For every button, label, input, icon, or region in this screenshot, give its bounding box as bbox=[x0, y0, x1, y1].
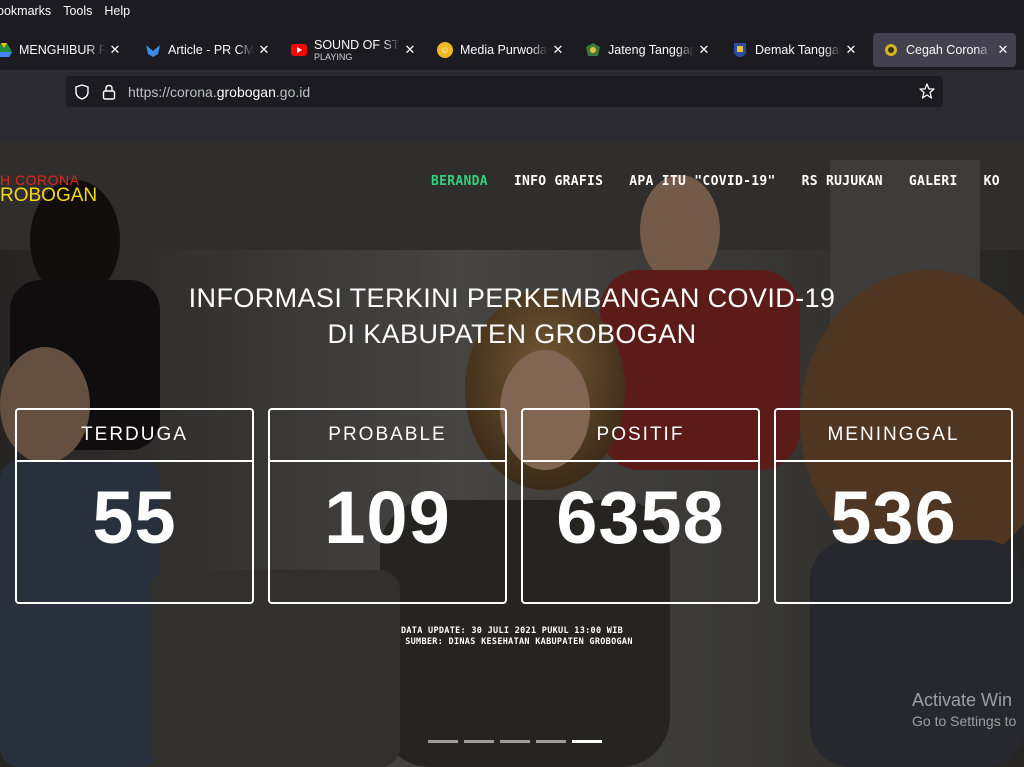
activate-windows-watermark: Activate Win Go to Settings to bbox=[912, 690, 1016, 729]
bookmark-star-icon[interactable] bbox=[919, 83, 935, 99]
carousel-dot[interactable] bbox=[464, 740, 494, 743]
tab-cegah-corona[interactable]: Cegah Corona K ✕ bbox=[873, 33, 1016, 67]
stat-value: 109 bbox=[324, 476, 451, 559]
tab-demak-tanggap[interactable]: Demak Tanggap ✕ bbox=[732, 33, 858, 67]
close-icon[interactable]: ✕ bbox=[996, 42, 1010, 58]
stat-card-probable: PROBABLE 109 bbox=[268, 408, 507, 604]
globe-icon bbox=[883, 42, 899, 58]
stat-card-positif: POSITIF 6358 bbox=[521, 408, 760, 604]
toolbar-strip bbox=[0, 112, 1024, 140]
stat-card-terduga: TERDUGA 55 bbox=[15, 408, 254, 604]
stat-label: POSITIF bbox=[523, 410, 758, 462]
close-icon[interactable]: ✕ bbox=[844, 42, 858, 58]
url-prefix: https://corona. bbox=[128, 83, 217, 100]
main-nav: BERANDA INFO GRAFIS APA ITU "COVID-19" R… bbox=[431, 174, 1024, 189]
carousel-dot[interactable] bbox=[536, 740, 566, 743]
tab-label: Demak Tanggap bbox=[755, 43, 841, 57]
nav-beranda[interactable]: BERANDA bbox=[431, 174, 488, 189]
nav-info-grafis[interactable]: INFO GRAFIS bbox=[514, 174, 603, 189]
close-icon[interactable]: ✕ bbox=[551, 42, 565, 58]
headline-line2: DI KABUPATEN GROBOGAN bbox=[327, 319, 697, 349]
tab-label: SOUND OF STADIPLAYING bbox=[314, 38, 400, 62]
tab-menghibur[interactable]: MENGHIBUR PAS ✕ bbox=[0, 33, 122, 67]
tab-jateng-tanggap[interactable]: Jateng Tanggap C ✕ bbox=[585, 33, 711, 67]
tab-title: SOUND OF STADI bbox=[314, 38, 400, 52]
menu-bar: ookmarks Tools Help bbox=[0, 0, 1024, 22]
watermark-line1: Activate Win bbox=[912, 690, 1013, 710]
url-text[interactable]: https://corona.grobogan.go.id bbox=[128, 84, 310, 100]
url-host: grobogan bbox=[216, 83, 276, 100]
nav-apa-itu-covid[interactable]: APA ITU "COVID-19" bbox=[629, 174, 775, 189]
crest-icon bbox=[732, 42, 748, 58]
site-logo[interactable]: H CORONA ROBOGAN bbox=[0, 172, 98, 206]
menu-bookmarks[interactable]: ookmarks bbox=[0, 4, 51, 18]
carousel-dot[interactable] bbox=[428, 740, 458, 743]
tab-strip: MENGHIBUR PAS ✕ Article - PR CMS ✕ SOUND… bbox=[0, 30, 1024, 70]
stat-value: 6358 bbox=[556, 476, 725, 559]
tab-sound-of-stadium[interactable]: SOUND OF STADIPLAYING ✕ bbox=[291, 33, 417, 67]
headline-line1: INFORMASI TERKINI PERKEMBANGAN COVID-19 bbox=[188, 283, 836, 313]
close-icon[interactable]: ✕ bbox=[108, 42, 122, 58]
tab-label: Media Purwodadi bbox=[460, 43, 548, 57]
carousel-indicators bbox=[428, 740, 608, 743]
lock-icon[interactable] bbox=[102, 84, 116, 100]
tab-label: MENGHIBUR PAS bbox=[19, 43, 105, 57]
stat-label: TERDUGA bbox=[17, 410, 252, 462]
update-date: DATA UPDATE: 30 JULI 2021 PUKUL 13:00 WI… bbox=[400, 626, 624, 636]
emoji-icon: ☺ bbox=[437, 42, 453, 58]
close-icon[interactable]: ✕ bbox=[697, 42, 711, 58]
stat-label: PROBABLE bbox=[270, 410, 505, 462]
hero-headline: INFORMASI TERKINI PERKEMBANGAN COVID-19 … bbox=[0, 280, 1024, 352]
data-update-note: DATA UPDATE: 30 JULI 2021 PUKUL 13:00 WI… bbox=[0, 626, 1024, 648]
youtube-icon bbox=[291, 42, 307, 58]
bird-icon bbox=[145, 42, 161, 58]
menu-tools[interactable]: Tools bbox=[63, 4, 92, 18]
tab-article[interactable]: Article - PR CMS ✕ bbox=[145, 33, 271, 67]
stat-value: 55 bbox=[92, 476, 177, 559]
tab-label: Article - PR CMS bbox=[168, 43, 254, 57]
nav-rs-rujukan[interactable]: RS RUJUKAN bbox=[802, 174, 883, 189]
stat-value: 536 bbox=[830, 476, 957, 559]
stat-card-meninggal: MENINGGAL 536 bbox=[774, 408, 1013, 604]
tab-label: Cegah Corona K bbox=[906, 43, 993, 57]
nav-galeri[interactable]: GALERI bbox=[909, 174, 958, 189]
logo-line2: ROBOGAN bbox=[0, 185, 98, 206]
close-icon[interactable]: ✕ bbox=[257, 42, 271, 58]
drive-icon bbox=[0, 42, 12, 58]
tab-media-purwodadi[interactable]: ☺ Media Purwodadi ✕ bbox=[437, 33, 565, 67]
playing-label: PLAYING bbox=[314, 52, 353, 62]
page-viewport: H CORONA ROBOGAN BERANDA INFO GRAFIS APA… bbox=[0, 140, 1024, 767]
crest-icon bbox=[585, 42, 601, 58]
url-suffix: .go.id bbox=[275, 83, 311, 100]
update-source: SUMBER: DINAS KESEHATAN KABUPATEN GROBOG… bbox=[405, 637, 633, 647]
nav-kontak[interactable]: KO bbox=[984, 174, 1000, 189]
carousel-dot-active[interactable] bbox=[572, 740, 602, 743]
navigation-toolbar: https://corona.grobogan.go.id bbox=[0, 70, 1024, 112]
shield-icon[interactable] bbox=[74, 83, 90, 100]
stat-label: MENINGGAL bbox=[776, 410, 1011, 462]
address-bar[interactable]: https://corona.grobogan.go.id bbox=[66, 76, 943, 107]
tab-label: Jateng Tanggap C bbox=[608, 43, 694, 57]
menu-help[interactable]: Help bbox=[104, 4, 130, 18]
close-icon[interactable]: ✕ bbox=[403, 42, 417, 58]
watermark-line2: Go to Settings to bbox=[912, 713, 1017, 729]
carousel-dot[interactable] bbox=[500, 740, 530, 743]
